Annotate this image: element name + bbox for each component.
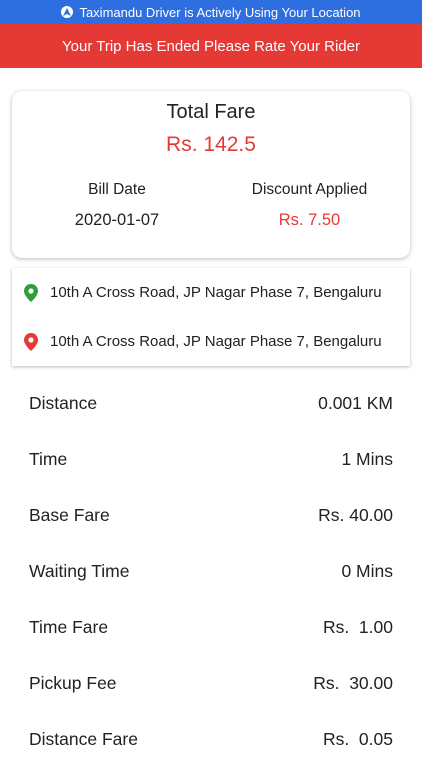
fare-row-value: 0 Mins [341, 561, 393, 581]
fare-row-value: Rs. 1.00 [322, 617, 393, 637]
dropoff-address-row: 10th A Cross Road, JP Nagar Phase 7, Ben… [12, 317, 410, 366]
fare-row-label: Pickup Fee [29, 673, 117, 693]
discount-section: Discount Applied Rs. 7.50 [227, 181, 392, 230]
bill-date-label: Bill Date [88, 181, 146, 198]
dropoff-address: 10th A Cross Road, JP Nagar Phase 7, Ben… [50, 333, 382, 350]
fare-row-label: Distance [29, 393, 98, 413]
fare-row-value: 1 Mins [341, 449, 393, 469]
trip-ended-banner: Your Trip Has Ended Please Rate Your Rid… [0, 24, 422, 68]
fare-row-value: Rs. 30.00 [313, 673, 393, 693]
fare-row-label: Time [29, 449, 68, 469]
red-location-pin-icon [24, 332, 38, 351]
fare-row-label: Waiting Time [29, 561, 130, 581]
fare-row-base-fare: Base Fare Rs. 40.00 [0, 489, 422, 545]
bill-date-value: 2020-01-07 [74, 211, 160, 229]
fare-row-label: Base Fare [29, 505, 110, 525]
fare-row-time: Time 1 Mins [0, 433, 422, 489]
fare-row-label: Distance Fare [29, 729, 138, 749]
total-fare-value: Rs. 142.5 [166, 133, 256, 156]
fare-row-value: Rs. 40.00 [318, 505, 393, 525]
trip-address-card: 10th A Cross Road, JP Nagar Phase 7, Ben… [12, 268, 410, 366]
discount-label: Discount Applied [251, 181, 368, 198]
fare-row-label: Time Fare [29, 617, 109, 637]
location-arrow-icon [61, 6, 74, 18]
fare-row-pickup-fee: Pickup Fee Rs. 30.00 [0, 657, 422, 713]
pickup-address-row: 10th A Cross Road, JP Nagar Phase 7, Ben… [12, 268, 410, 317]
fare-row-waiting-time: Waiting Time 0 Mins [0, 545, 422, 601]
discount-value: Rs. 7.50 [278, 211, 341, 229]
fare-summary-card: Total Fare Rs. 142.5 Bill Date 2020-01-0… [12, 91, 410, 258]
fare-row-time-fare: Time Fare Rs. 1.00 [0, 601, 422, 657]
bill-date-section: Bill Date 2020-01-07 [42, 181, 192, 230]
fare-row-distance: Distance 0.001 KM [0, 377, 422, 433]
green-location-pin-icon [24, 283, 38, 302]
total-fare-title: Total Fare [166, 101, 256, 123]
trip-ended-text: Your Trip Has Ended Please Rate Your Rid… [62, 37, 360, 55]
fare-row-value: 0.001 KM [318, 393, 393, 413]
location-status-text: Taximandu Driver is Actively Using Your … [79, 4, 361, 20]
location-status-bar: Taximandu Driver is Actively Using Your … [0, 0, 422, 24]
pickup-address: 10th A Cross Road, JP Nagar Phase 7, Ben… [50, 284, 382, 301]
fare-row-distance-fare: Distance Fare Rs. 0.05 [0, 713, 422, 769]
fare-row-value: Rs. 0.05 [322, 729, 393, 749]
